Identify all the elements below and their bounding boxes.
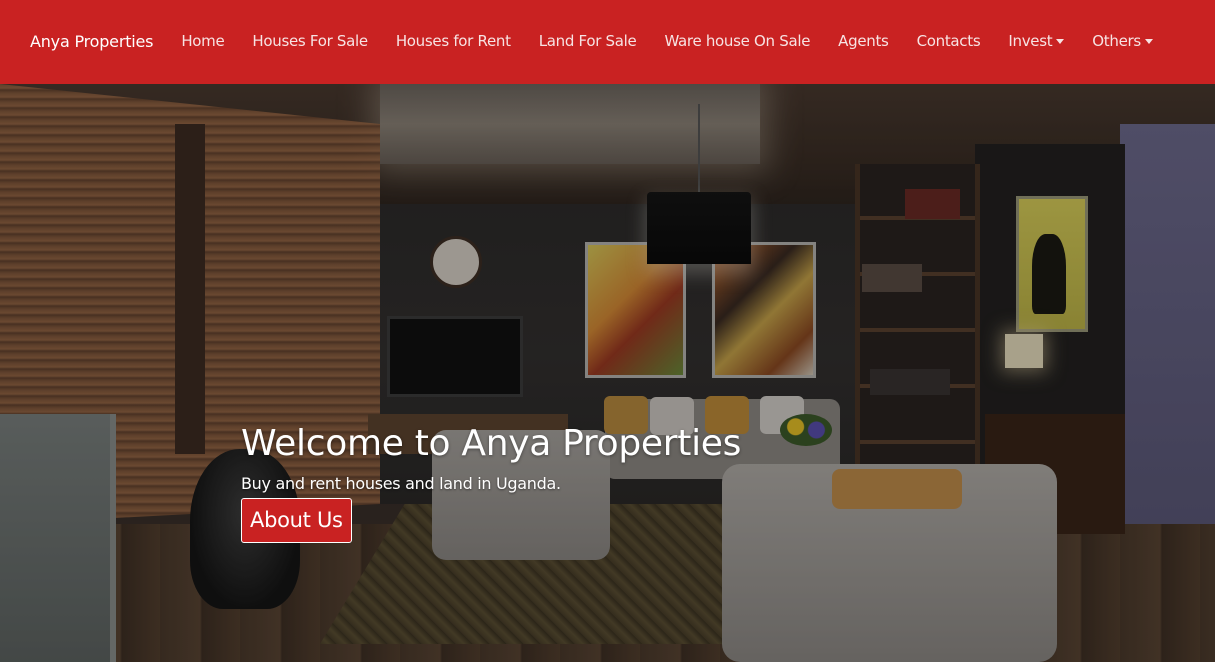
nav-others-label: Others: [1092, 32, 1141, 50]
hero-dark-overlay: [0, 84, 1215, 662]
nav-houses-for-rent-link[interactable]: Houses for Rent: [396, 32, 511, 50]
hero-section: Welcome to Anya Properties Buy and rent …: [0, 84, 1215, 662]
hero-subtitle: Buy and rent houses and land in Uganda.: [241, 474, 561, 493]
nav-others-dropdown[interactable]: Others: [1092, 32, 1153, 50]
nav-invest-label: Invest: [1008, 32, 1053, 50]
hero-title: Welcome to Anya Properties: [241, 423, 742, 464]
nav-menu: Home Houses For Sale Houses for Rent Lan…: [181, 32, 1153, 50]
nav-home-link[interactable]: Home: [181, 32, 224, 50]
brand-link[interactable]: Anya Properties: [30, 32, 154, 51]
nav-contacts-link[interactable]: Contacts: [917, 32, 981, 50]
nav-houses-for-sale-link[interactable]: Houses For Sale: [252, 32, 368, 50]
main-navbar: Anya Properties Home Houses For Sale Hou…: [0, 0, 1215, 84]
nav-warehouse-on-sale-link[interactable]: Ware house On Sale: [664, 32, 810, 50]
caret-down-icon: [1144, 38, 1153, 44]
nav-agents-link[interactable]: Agents: [838, 32, 889, 50]
about-us-button[interactable]: About Us: [241, 498, 352, 543]
nav-land-for-sale-link[interactable]: Land For Sale: [539, 32, 637, 50]
nav-invest-dropdown[interactable]: Invest: [1008, 32, 1065, 50]
hero-content: Welcome to Anya Properties Buy and rent …: [241, 420, 741, 543]
caret-down-icon: [1056, 38, 1065, 44]
